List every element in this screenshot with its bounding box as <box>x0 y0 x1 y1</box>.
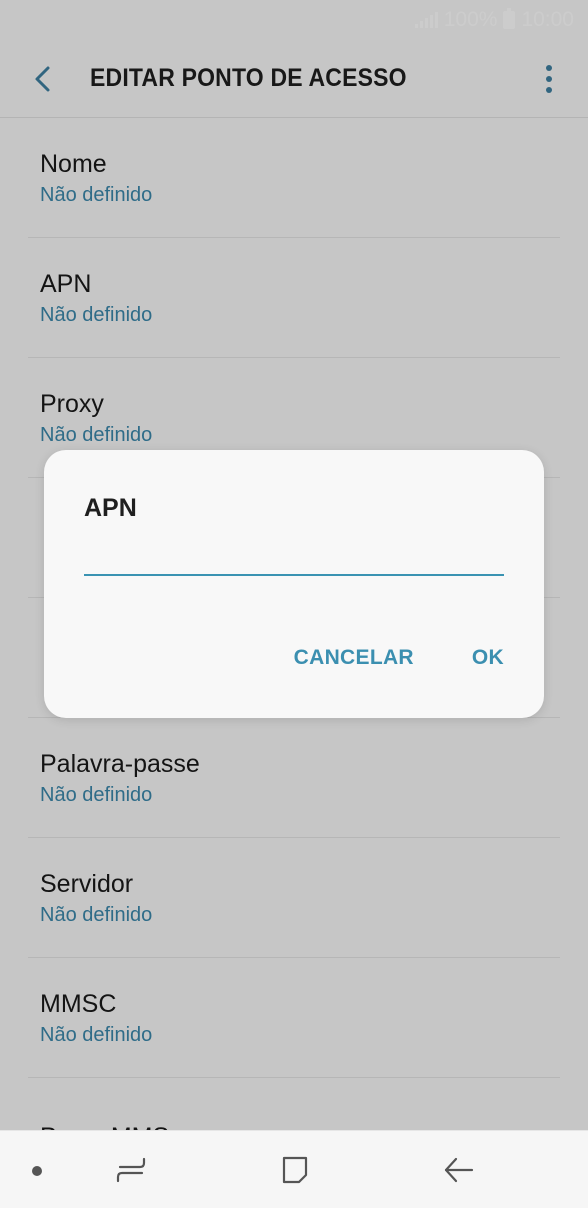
cancel-button[interactable]: CANCELAR <box>294 646 414 670</box>
apn-dialog: APN CANCELAR OK <box>44 450 544 718</box>
apn-input[interactable] <box>84 544 504 576</box>
navigation-bar <box>0 1130 588 1208</box>
dialog-actions: CANCELAR OK <box>294 646 504 670</box>
nav-back-icon[interactable] <box>442 1155 476 1185</box>
nav-dot-icon[interactable] <box>32 1166 42 1176</box>
recent-apps-icon[interactable] <box>114 1155 148 1185</box>
ok-button[interactable]: OK <box>472 646 504 670</box>
dialog-title: APN <box>84 494 137 522</box>
home-icon[interactable] <box>278 1155 312 1185</box>
